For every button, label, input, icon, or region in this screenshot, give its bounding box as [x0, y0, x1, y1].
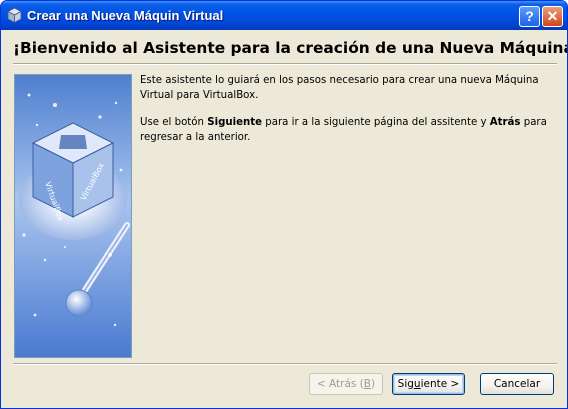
- cancel-button[interactable]: Cancelar: [480, 373, 554, 395]
- next-accelerator: u: [413, 378, 421, 390]
- next-label-start: Sig: [397, 378, 414, 390]
- close-button[interactable]: ✕: [542, 6, 563, 27]
- intro-paragraph: Este asistente lo guiará en los pasos ne…: [140, 75, 539, 101]
- back-button[interactable]: < Atrás (B): [309, 373, 383, 395]
- instructions-next-keyword: Siguiente: [207, 117, 263, 128]
- help-button[interactable]: ?: [519, 6, 540, 27]
- next-label-end: iente >: [420, 378, 460, 390]
- instructions-paragraph: Use el botón Siguiente para ir a la sigu…: [140, 115, 550, 145]
- wizard-window: Crear una Nueva Máquin Virtual ? ✕ ¡Bien…: [0, 0, 568, 409]
- next-button[interactable]: Siguiente >: [392, 373, 465, 395]
- instructions-text-start: Use el botón: [140, 117, 208, 128]
- virtualbox-cube-icon: [7, 7, 22, 24]
- virtualbox-illustration: VirtualBox VirtualBox: [15, 75, 131, 357]
- instructions-text-middle: para ir a la siguiente página del assite…: [262, 117, 490, 128]
- back-label-end: ): [371, 378, 376, 390]
- wizard-side-image: VirtualBox VirtualBox: [14, 74, 132, 358]
- page-heading: ¡Bienvenido al Asistente para la creació…: [13, 39, 568, 57]
- instructions-back-keyword: Atrás: [489, 117, 521, 128]
- title-bar[interactable]: Crear una Nueva Máquin Virtual ? ✕: [1, 1, 567, 30]
- header-divider: [13, 63, 557, 65]
- footer-divider: [13, 363, 557, 365]
- back-accelerator: B: [363, 378, 372, 390]
- window-title: Crear una Nueva Máquin Virtual: [27, 8, 224, 23]
- back-label-start: < Atrás (: [316, 378, 364, 390]
